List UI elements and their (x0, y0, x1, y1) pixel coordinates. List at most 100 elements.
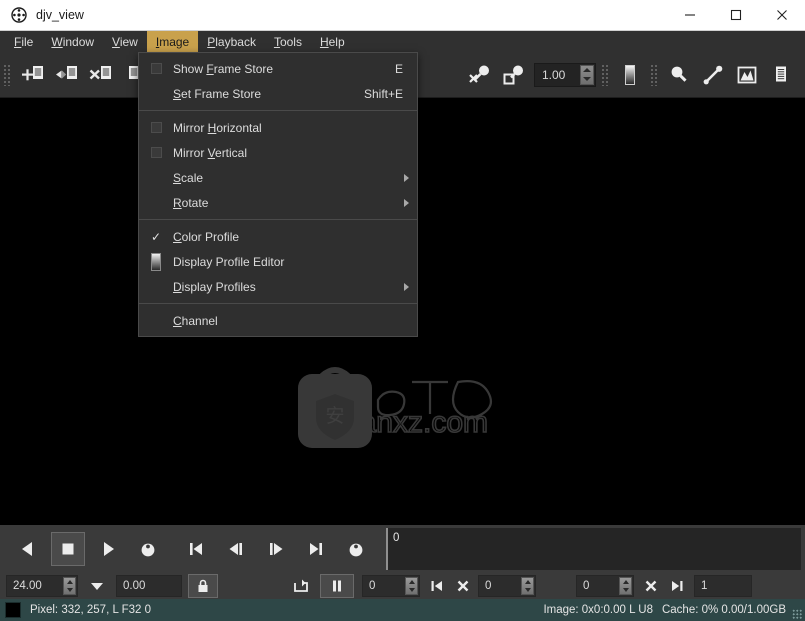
menu-separator (139, 110, 417, 111)
out-point-stepper[interactable] (619, 577, 632, 595)
pixel-color-swatch (5, 602, 21, 618)
frame-start-button[interactable] (179, 532, 213, 566)
loop-icon[interactable] (288, 574, 314, 598)
status-bar: Pixel: 332, 257, L F32 0 Image: 0x0:0.00… (0, 599, 805, 621)
eyedropper-icon[interactable] (696, 58, 730, 92)
playback-forward-button[interactable] (91, 532, 125, 566)
pause-button[interactable] (320, 574, 354, 598)
in-point-stepper[interactable] (521, 577, 534, 595)
out-point-spinbox[interactable]: 0 (576, 575, 634, 597)
control-bar: 24.00 0.00 0 0 0 1 (0, 573, 805, 599)
out-point-set-button[interactable] (664, 574, 690, 598)
chevron-right-icon (404, 282, 409, 291)
playback-stop-button[interactable] (51, 532, 85, 566)
zoom-value: 1.00 (542, 67, 566, 82)
histogram-icon[interactable] (730, 58, 764, 92)
fps-value: 24.00 (13, 580, 42, 592)
out-point-clear-button[interactable] (638, 574, 664, 598)
lock-icon[interactable] (188, 574, 218, 598)
cache-info-text: Cache: 0% 0.00/1.00GB (661, 604, 786, 616)
menu-item-set-frame-store[interactable]: Set Frame Store Shift+E (139, 81, 417, 106)
menu-tools[interactable]: Tools (265, 31, 311, 52)
djv-view-window: djv_view File Window View Image Playback… (0, 0, 805, 621)
document-close-icon[interactable] (83, 58, 117, 92)
menu-item-show-frame-store[interactable]: Show Frame Store E (139, 56, 417, 81)
timeline-slider[interactable]: 0 (386, 528, 801, 570)
checkbox-empty-icon (139, 122, 173, 133)
close-button[interactable] (759, 0, 805, 31)
gradient-icon[interactable] (613, 58, 647, 92)
menu-image[interactable]: Image (146, 31, 199, 52)
zoom-spinbox[interactable]: 1.00 (534, 62, 596, 87)
toolbar-grip-4[interactable] (650, 63, 659, 86)
menu-item-label: Color Profile (173, 229, 240, 244)
playback-bar: 0 (0, 525, 805, 573)
menu-item-label: Display Profile Editor (173, 254, 285, 269)
magnifier-icon[interactable] (662, 58, 696, 92)
frame-prev-button[interactable] (219, 532, 253, 566)
magnifier-box-icon[interactable] (498, 58, 532, 92)
menu-item-label: Mirror Horizontal (173, 120, 262, 135)
menu-playback[interactable]: Playback (198, 31, 265, 52)
actual-fps-field[interactable]: 0.00 (116, 575, 182, 597)
menu-item-label: Show Frame Store (173, 61, 274, 76)
menu-item-label: Scale (173, 170, 204, 185)
site-watermark: 安 anxz.com (292, 360, 508, 460)
text-lines-icon[interactable] (764, 58, 798, 92)
gradient-icon (139, 252, 173, 271)
timeline-frame-label: 0 (393, 532, 400, 544)
in-point-spinbox[interactable]: 0 (478, 575, 536, 597)
menu-item-display-profiles[interactable]: Display Profiles (139, 274, 417, 299)
resize-grip[interactable] (792, 609, 802, 619)
fps-spinbox[interactable]: 24.00 (6, 575, 78, 597)
menu-item-mirror-horizontal[interactable]: Mirror Horizontal (139, 115, 417, 140)
fps-stepper[interactable] (63, 577, 76, 595)
in-point-clear-button[interactable] (450, 574, 476, 598)
zoom-stepper[interactable] (580, 64, 594, 85)
menu-item-label: Channel (173, 313, 218, 328)
duration-value: 1 (701, 580, 708, 592)
frame-value: 0 (369, 580, 376, 592)
menu-item-shortcut: Shift+E (363, 86, 403, 101)
menu-item-scale[interactable]: Scale (139, 165, 417, 190)
frame-marker-button[interactable] (339, 532, 373, 566)
playback-loop-mode-button[interactable] (131, 532, 165, 566)
document-mirror-icon[interactable] (49, 58, 83, 92)
chevron-right-icon (404, 173, 409, 182)
menu-item-label: Rotate (173, 195, 209, 210)
frame-spinbox[interactable]: 0 (362, 575, 420, 597)
document-plus-icon[interactable] (15, 58, 49, 92)
chevron-right-icon (404, 198, 409, 207)
window-title: djv_view (36, 8, 84, 22)
frame-end-button[interactable] (299, 532, 333, 566)
menu-item-channel[interactable]: Channel (139, 308, 417, 333)
check-icon: ✓ (150, 229, 162, 244)
minimize-button[interactable] (667, 0, 713, 31)
menu-item-mirror-vertical[interactable]: Mirror Vertical (139, 140, 417, 165)
menu-item-rotate[interactable]: Rotate (139, 190, 417, 215)
in-point-set-button[interactable] (424, 574, 450, 598)
toolbar-grip-3[interactable] (601, 63, 610, 86)
window-controls (667, 0, 805, 31)
menu-file[interactable]: File (5, 31, 42, 52)
menu-item-display-profile-editor[interactable]: Display Profile Editor (139, 249, 417, 274)
duration-field[interactable]: 1 (694, 575, 752, 597)
menu-item-label: Set Frame Store (173, 86, 262, 101)
menu-item-color-profile[interactable]: ✓ Color Profile (139, 224, 417, 249)
actual-fps-value: 0.00 (123, 580, 146, 592)
toolbar-grip[interactable] (3, 63, 12, 86)
menu-item-shortcut: E (394, 61, 403, 76)
image-dropdown-menu: Show Frame Store E Set Frame Store Shift… (138, 52, 418, 337)
menu-view[interactable]: View (103, 31, 147, 52)
title-bar: djv_view (0, 0, 805, 31)
image-info-text: Image: 0x0:0.00 L U8 (543, 604, 653, 616)
magnifier-cross-icon[interactable] (464, 58, 498, 92)
maximize-button[interactable] (713, 0, 759, 31)
playback-reverse-button[interactable] (11, 532, 45, 566)
frame-stepper[interactable] (405, 577, 418, 595)
checkbox-empty-icon (139, 63, 173, 74)
menu-window[interactable]: Window (42, 31, 103, 52)
chevron-down-icon[interactable] (84, 574, 110, 598)
menu-help[interactable]: Help (311, 31, 354, 52)
frame-next-button[interactable] (259, 532, 293, 566)
